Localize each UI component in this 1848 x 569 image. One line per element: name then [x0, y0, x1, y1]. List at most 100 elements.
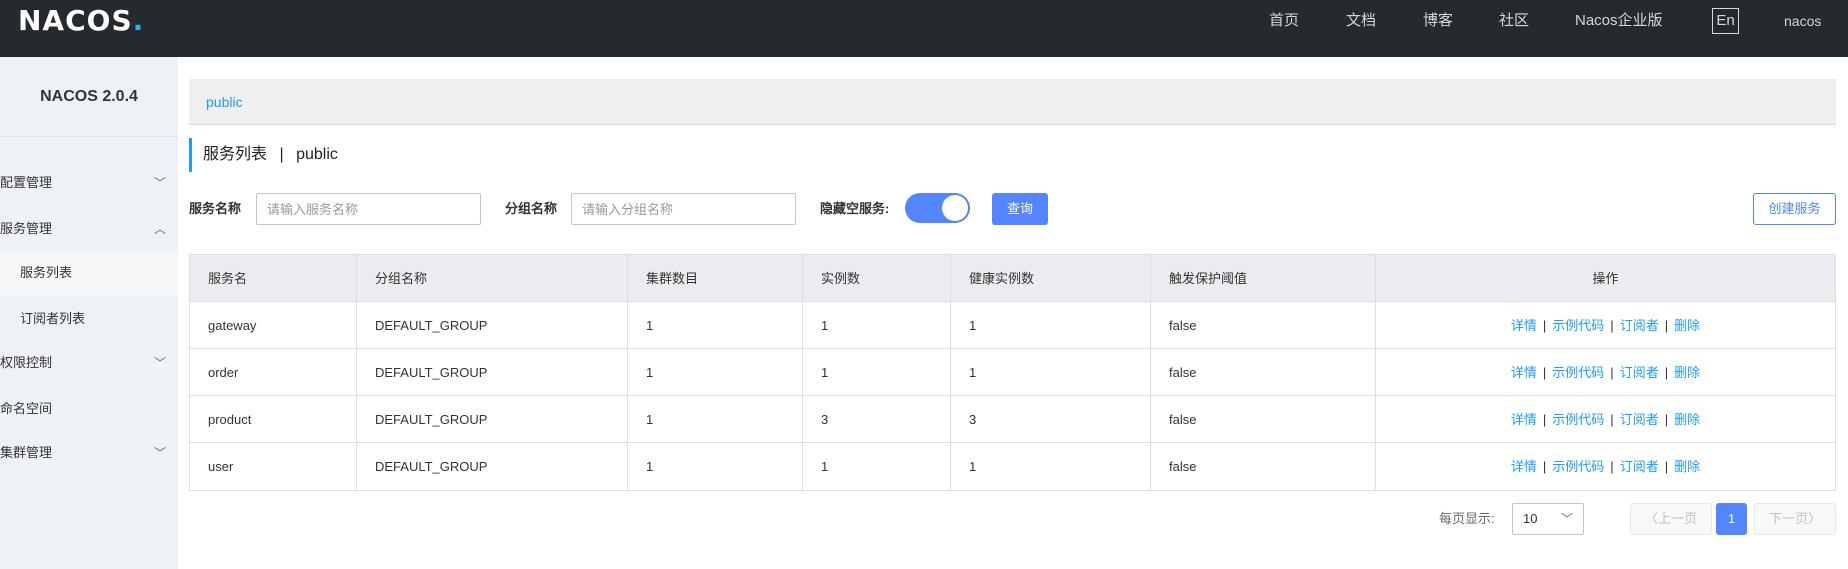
col-header-threshold: 触发保护阈值 [1150, 255, 1375, 301]
detail-link[interactable]: 详情 [1511, 412, 1537, 427]
query-button[interactable]: 查询 [992, 193, 1048, 225]
cell-threshold: false [1150, 396, 1375, 442]
sidebar: NACOS 2.0.4 配置管理 ﹀ 服务管理 ︿ 服务列表 订阅者列表 权限控… [0, 57, 178, 569]
cell-instances: 1 [802, 302, 950, 348]
col-header-actions: 操作 [1375, 255, 1835, 301]
separator: | [1610, 318, 1614, 333]
col-header-clusters: 集群数目 [627, 255, 802, 301]
table-row: product DEFAULT_GROUP 1 3 3 false 详情 | 示例代… [190, 396, 1835, 443]
nav-docs-link[interactable]: 文档 [1346, 0, 1376, 44]
sample-code-link[interactable]: 示例代码 [1552, 365, 1604, 380]
table-row: order DEFAULT_GROUP 1 1 1 false 详情 | 示例代码 |… [190, 349, 1835, 396]
subscribers-link[interactable]: 订阅者 [1620, 412, 1659, 427]
subscribers-link[interactable]: 订阅者 [1620, 365, 1659, 380]
chevron-down-icon: ﹀ [153, 356, 166, 370]
group-name-input[interactable] [571, 193, 796, 225]
separator: | [1664, 412, 1669, 427]
prev-page-button[interactable]: 〈上一页 [1630, 503, 1712, 535]
delete-link[interactable]: 删除 [1674, 318, 1700, 333]
chevron-down-icon: ﹀ [153, 446, 166, 460]
cell-healthy: 1 [950, 349, 1150, 395]
create-service-button[interactable]: 创建服务 [1753, 193, 1836, 225]
subscribers-link[interactable]: 订阅者 [1620, 459, 1659, 474]
sample-code-link[interactable]: 示例代码 [1552, 318, 1604, 333]
toggle-knob [942, 195, 968, 221]
cell-clusters: 1 [627, 396, 802, 442]
chevron-left-icon: 〈 [1644, 511, 1658, 526]
table-row: user DEFAULT_GROUP 1 1 1 false 详情 | 示例代码 | 订… [190, 443, 1835, 490]
sidebar-item-service-list[interactable]: 服务列表 [0, 251, 178, 295]
delete-link[interactable]: 删除 [1674, 459, 1700, 474]
sidebar-item-label: 服务管理 [0, 221, 53, 236]
page-size-label: 每页显示: [1439, 511, 1495, 526]
current-page-button[interactable]: 1 [1716, 503, 1747, 535]
separator: | [1610, 365, 1614, 380]
nav-enterprise-link[interactable]: Nacos企业版 [1575, 0, 1663, 44]
sidebar-item-label: 配置管理 [0, 175, 53, 190]
user-menu[interactable]: nacos [1784, 0, 1821, 44]
delete-link[interactable]: 删除 [1674, 412, 1700, 427]
title-separator: | [279, 146, 284, 163]
separator: | [1664, 459, 1669, 474]
language-toggle-button[interactable]: En [1712, 8, 1739, 34]
cell-clusters: 1 [627, 302, 802, 348]
service-table: 服务名 分组名称 集群数目 实例数 健康实例数 触发保护阈值 操作 gatewa… [189, 254, 1836, 491]
separator: | [1542, 318, 1547, 333]
delete-link[interactable]: 删除 [1674, 365, 1700, 380]
nacos-logo[interactable]: NACOS. [18, 4, 144, 37]
cell-actions: 详情 | 示例代码 | 订阅者 | 删除 [1375, 349, 1835, 395]
next-page-button[interactable]: 下一页〉 [1754, 503, 1836, 535]
page-size-select[interactable]: 10 ﹀ [1512, 503, 1584, 535]
logo-text: NACOS [18, 4, 133, 37]
col-header-healthy: 健康实例数 [950, 255, 1150, 301]
nav-blog-link[interactable]: 博客 [1423, 0, 1453, 44]
cell-clusters: 1 [627, 443, 802, 490]
sidebar-item-config-management[interactable]: 配置管理 ﹀ [0, 161, 178, 205]
separator: | [1610, 412, 1614, 427]
cell-actions: 详情 | 示例代码 | 订阅者 | 删除 [1375, 302, 1835, 348]
cell-healthy: 3 [950, 396, 1150, 442]
cell-group: DEFAULT_GROUP [356, 396, 627, 442]
sample-code-link[interactable]: 示例代码 [1552, 412, 1604, 427]
sidebar-item-label: 权限控制 [0, 355, 53, 370]
cell-service-name: gateway [208, 318, 257, 333]
page-title-text: 服务列表 [203, 146, 268, 163]
sidebar-item-namespace[interactable]: 命名空间 [0, 387, 178, 431]
cell-clusters: 1 [627, 349, 802, 395]
nav-home-link[interactable]: 首页 [1269, 0, 1299, 44]
cell-service-name: product [208, 412, 252, 427]
col-header-group: 分组名称 [356, 255, 627, 301]
cell-threshold: false [1150, 443, 1375, 490]
separator: | [1664, 365, 1669, 380]
detail-link[interactable]: 详情 [1511, 459, 1537, 474]
cell-threshold: false [1150, 302, 1375, 348]
subscribers-link[interactable]: 订阅者 [1620, 318, 1659, 333]
nav-community-link[interactable]: 社区 [1499, 0, 1529, 44]
chevron-down-icon: ﹀ [153, 176, 166, 190]
next-page-label: 下一页 [1768, 511, 1808, 526]
sidebar-item-subscriber-list[interactable]: 订阅者列表 [0, 297, 178, 341]
sample-code-link[interactable]: 示例代码 [1552, 459, 1604, 474]
namespace-bar: public [189, 79, 1836, 125]
cell-group: DEFAULT_GROUP [356, 302, 627, 348]
hide-empty-toggle[interactable] [905, 193, 970, 223]
cell-actions: 详情 | 示例代码 | 订阅者 | 删除 [1375, 443, 1835, 490]
separator: | [1664, 318, 1669, 333]
sidebar-item-label: 集群管理 [0, 445, 53, 460]
logo-dot: . [132, 4, 145, 37]
detail-link[interactable]: 详情 [1511, 365, 1537, 380]
table-row: gateway DEFAULT_GROUP 1 1 1 false 详情 | 示例代… [190, 302, 1835, 349]
page-size-value: 10 [1523, 511, 1538, 526]
sidebar-brand: NACOS 2.0.4 [0, 57, 178, 137]
cell-service-name: user [208, 459, 234, 474]
namespace-link-public[interactable]: public [206, 79, 243, 125]
sidebar-item-cluster-management[interactable]: 集群管理 ﹀ [0, 431, 178, 475]
detail-link[interactable]: 详情 [1511, 318, 1537, 333]
service-name-input[interactable] [256, 193, 481, 225]
sidebar-item-service-management[interactable]: 服务管理 ︿ [0, 207, 178, 251]
cell-instances: 1 [802, 443, 950, 490]
sidebar-item-access-control[interactable]: 权限控制 ﹀ [0, 341, 178, 385]
cell-group: DEFAULT_GROUP [356, 349, 627, 395]
prev-page-label: 上一页 [1658, 511, 1698, 526]
sidebar-item-label: 订阅者列表 [20, 311, 86, 326]
